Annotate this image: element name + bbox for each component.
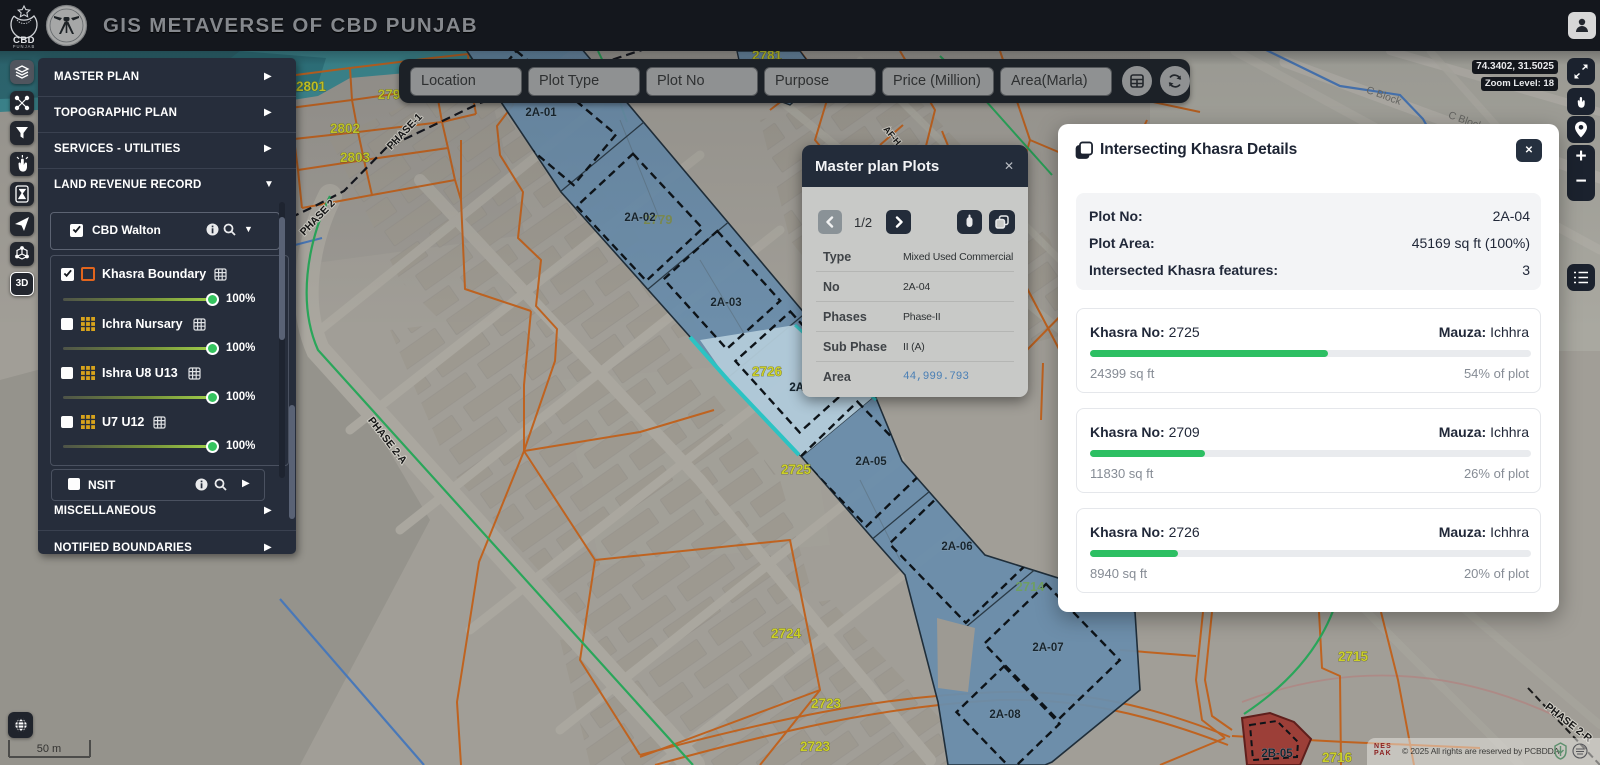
svg-text:2A-06: 2A-06 (941, 541, 972, 553)
svg-text:2A-05: 2A-05 (855, 456, 887, 468)
svg-text:2716: 2716 (1322, 750, 1353, 765)
svg-text:2714: 2714 (1016, 579, 1046, 594)
svg-text:2715: 2715 (1338, 649, 1369, 664)
svg-text:2726: 2726 (752, 364, 783, 379)
svg-text:PUNJAB: PUNJAB (13, 44, 36, 49)
svg-text:2A-07: 2A-07 (1032, 642, 1063, 654)
svg-text:2723: 2723 (811, 696, 842, 711)
svg-text:2B-05: 2B-05 (1261, 748, 1293, 760)
svg-text:50 m: 50 m (37, 743, 61, 755)
svg-text:2725: 2725 (781, 462, 812, 477)
svg-text:2724: 2724 (771, 626, 802, 641)
svg-text:2A-08: 2A-08 (989, 709, 1021, 721)
svg-text:2723: 2723 (800, 739, 831, 754)
